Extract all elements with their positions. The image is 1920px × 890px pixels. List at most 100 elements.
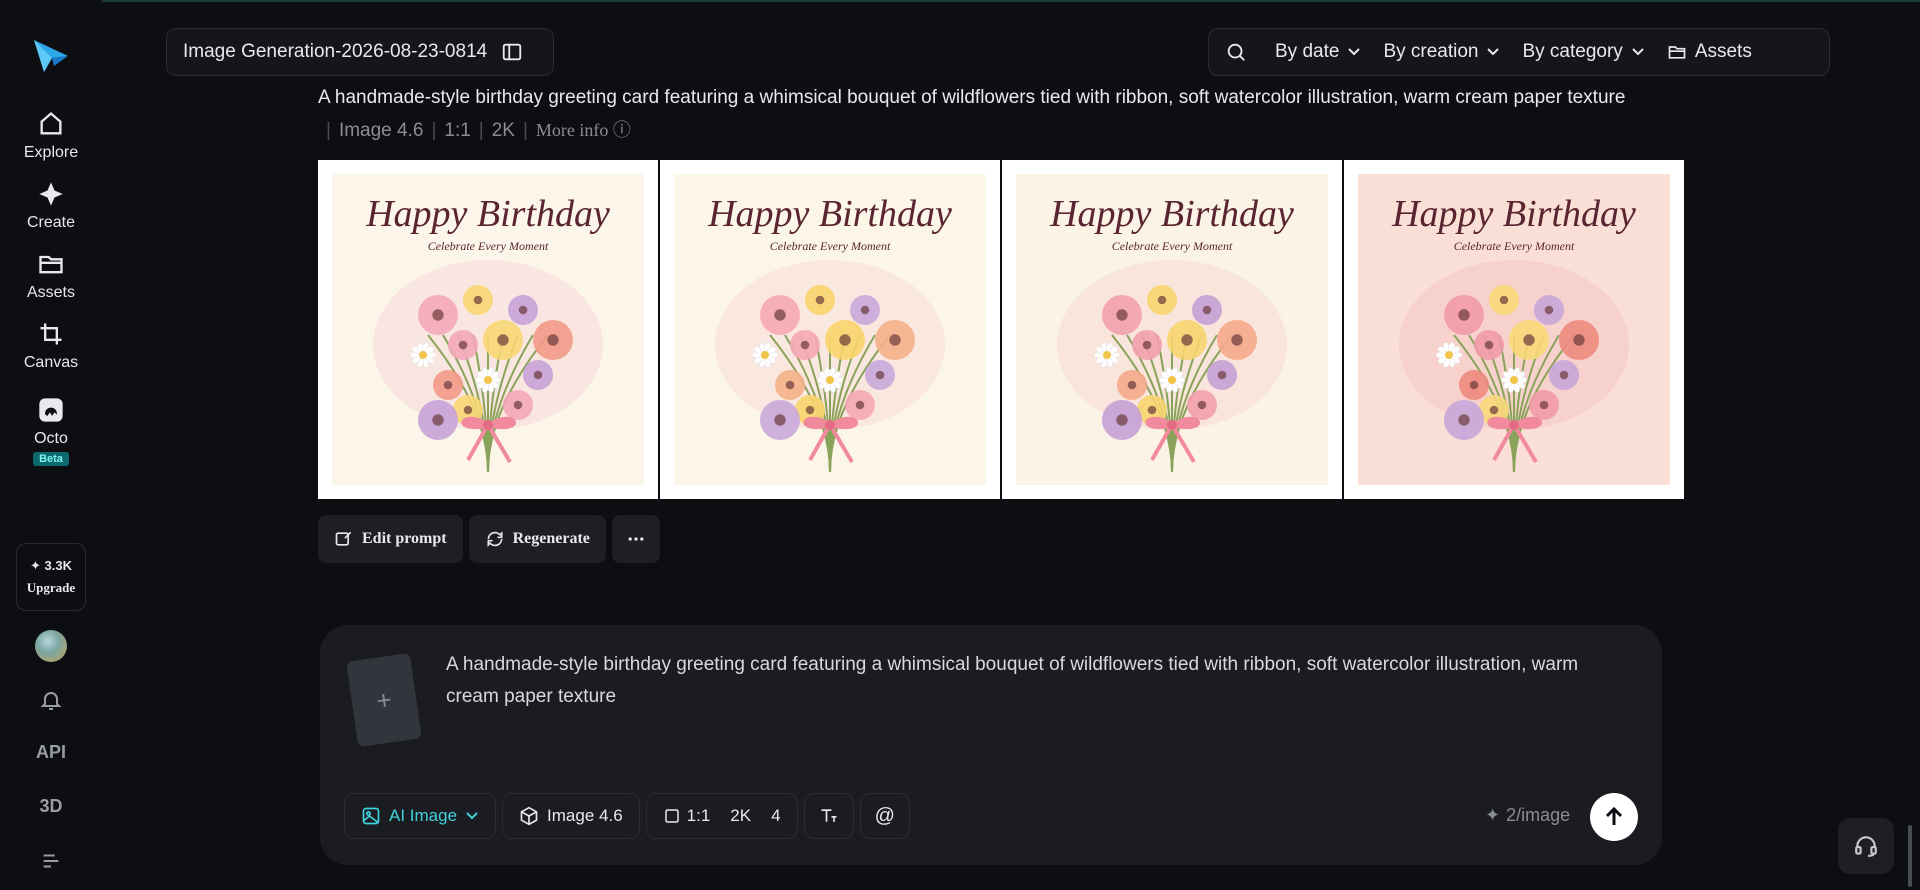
regenerate-label: Regenerate <box>512 530 590 547</box>
sidebar-item-canvas[interactable]: Canvas <box>0 320 102 372</box>
more-info-link[interactable]: More info ⓘ <box>536 120 631 140</box>
at-icon: @ <box>874 804 895 827</box>
edit-prompt-button[interactable]: Edit prompt <box>318 515 463 563</box>
composer-tools: AI Image Image 4.6 1:1 2K 4 @ <box>344 793 910 839</box>
result-actions: Edit prompt Regenerate <box>318 515 660 563</box>
regenerate-button[interactable]: Regenerate <box>468 515 606 563</box>
more-options-button[interactable] <box>611 515 660 563</box>
sidebar-item-label: Assets <box>26 284 75 301</box>
count-value: 4 <box>771 806 781 825</box>
search-icon[interactable] <box>1225 41 1247 63</box>
result-model: Image 4.6 <box>338 120 424 141</box>
chevron-down-icon <box>466 812 478 820</box>
chevron-down-icon <box>1487 48 1500 56</box>
filter-by-creation[interactable]: By creation <box>1383 41 1500 63</box>
svg-text:Celebrate Every Moment: Celebrate Every Moment <box>1454 239 1575 253</box>
3d-link[interactable]: 3D <box>0 796 102 817</box>
result-prompt: A handmade-style birthday greeting card … <box>318 87 1626 108</box>
upgrade-button[interactable]: ✦ 3.3K Upgrade <box>16 543 86 611</box>
menu-button[interactable] <box>0 850 102 872</box>
crop-icon <box>40 323 62 345</box>
mode-selector[interactable]: AI Image <box>344 793 497 839</box>
sidebar-item-octo[interactable]: Octo Beta <box>0 396 102 466</box>
support-button[interactable] <box>1838 818 1894 874</box>
filter-label: By category <box>1522 41 1623 62</box>
sidebar-item-create[interactable]: Create <box>0 180 102 232</box>
svg-text:Celebrate Every Moment: Celebrate Every Moment <box>770 239 891 253</box>
svg-text:Celebrate Every Moment: Celebrate Every Moment <box>1112 239 1233 253</box>
plus-icon: + <box>374 683 394 716</box>
headset-icon <box>1855 836 1877 857</box>
model-selector[interactable]: Image 4.6 <box>502 793 640 839</box>
filter-bar: By date By creation By category Assets <box>1208 28 1830 76</box>
generated-image-1[interactable]: Happy Birthday Celebrate Every Moment <box>318 160 658 499</box>
edit-icon <box>335 531 352 546</box>
resolution-value: 2K <box>730 806 752 825</box>
generated-images: Happy Birthday Celebrate Every Moment Hap… <box>318 160 1684 499</box>
ratio-setting: 1:1 <box>663 806 711 826</box>
assets-label: Assets <box>1694 41 1752 62</box>
text-style-icon <box>821 809 837 822</box>
prompt-input[interactable]: A handmade-style birthday greeting card … <box>446 649 1636 713</box>
text-style-button[interactable] <box>803 793 854 839</box>
folder-icon <box>1668 46 1686 59</box>
session-title: Image Generation-2026-08-23-0814 <box>183 41 488 62</box>
sidebar-toggle-icon[interactable] <box>501 41 523 63</box>
prompt-composer: + A handmade-style birthday greeting car… <box>320 625 1662 865</box>
home-icon <box>40 111 62 135</box>
sparkle-icon: ✦ <box>1485 805 1501 825</box>
session-title-pill[interactable]: Image Generation-2026-08-23-0814 <box>166 28 554 76</box>
result-meta: | Image 4.6 | 1:1 | 2K | More info ⓘ <box>326 120 631 141</box>
upload-reference-button[interactable]: + <box>346 652 422 748</box>
sidebar-item-label: Explore <box>23 144 79 161</box>
avatar[interactable] <box>35 630 67 662</box>
app-logo-icon[interactable] <box>32 36 70 74</box>
image-icon <box>362 807 380 825</box>
diamond-icon <box>39 182 63 206</box>
sidebar-item-label: Create <box>26 214 76 231</box>
sidebar-item-assets[interactable]: Assets <box>0 250 102 302</box>
folder-icon <box>39 255 63 274</box>
result-prompt-block: A handmade-style birthday greeting card … <box>318 82 1678 147</box>
svg-text:Happy Birthday: Happy Birthday <box>365 193 610 235</box>
svg-text:Celebrate Every Moment: Celebrate Every Moment <box>428 239 549 253</box>
square-icon <box>664 809 679 823</box>
octo-icon <box>39 398 63 422</box>
upgrade-label: Upgrade <box>26 580 76 595</box>
generated-image-4[interactable]: Happy Birthday Celebrate Every Moment <box>1344 160 1684 499</box>
filter-by-date[interactable]: By date <box>1275 41 1361 63</box>
sidebar-item-explore[interactable]: Explore <box>0 110 102 162</box>
top-accent-line <box>0 0 1920 2</box>
sidebar-item-label: Canvas <box>23 354 79 371</box>
more-dots-icon <box>628 537 644 541</box>
mention-button[interactable]: @ <box>859 793 910 839</box>
arrow-up-icon <box>1605 806 1623 825</box>
refresh-icon <box>487 531 503 547</box>
cost-label: 2/image <box>1506 805 1571 825</box>
send-button[interactable] <box>1590 793 1638 841</box>
bell-icon <box>40 692 62 710</box>
chevron-down-icon <box>1348 48 1361 56</box>
chevron-down-icon <box>1632 48 1644 56</box>
result-resolution: 2K <box>491 120 515 141</box>
sidebar-item-label: Octo <box>34 430 68 447</box>
beta-badge: Beta <box>33 452 69 466</box>
api-link[interactable]: API <box>0 742 102 763</box>
filter-label: By date <box>1275 41 1340 62</box>
notifications-button[interactable] <box>0 688 102 712</box>
result-ratio: 1:1 <box>444 120 471 141</box>
assets-button[interactable]: Assets <box>1667 41 1752 63</box>
generated-image-3[interactable]: Happy Birthday Celebrate Every Moment <box>1002 160 1342 499</box>
svg-text:Happy Birthday: Happy Birthday <box>1049 193 1294 235</box>
settings-selector[interactable]: 1:1 2K 4 <box>645 793 798 839</box>
ratio-value: 1:1 <box>686 806 711 825</box>
menu-icon <box>43 854 59 868</box>
filter-by-category[interactable]: By category <box>1522 41 1644 63</box>
generated-image-2[interactable]: Happy Birthday Celebrate Every Moment <box>660 160 1000 499</box>
svg-text:Happy Birthday: Happy Birthday <box>707 193 952 235</box>
credits-count: ✦ 3.3K <box>30 558 72 573</box>
scrollbar[interactable] <box>1908 825 1912 887</box>
model-label: Image 4.6 <box>547 806 623 825</box>
filter-label: By creation <box>1383 41 1479 62</box>
sidebar: Explore Create Assets Canvas Octo Beta ✦… <box>0 0 102 890</box>
